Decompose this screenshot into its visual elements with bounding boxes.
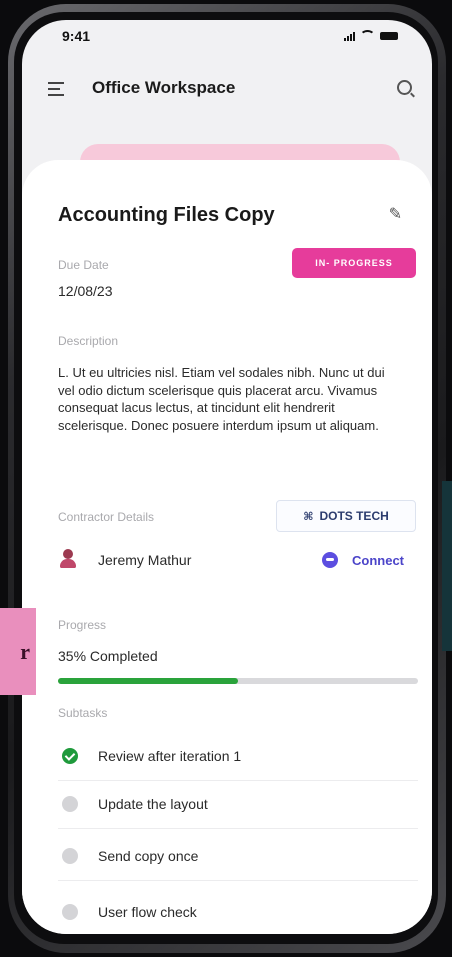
progress-text: 35% Completed bbox=[58, 648, 158, 664]
search-icon[interactable] bbox=[397, 80, 412, 95]
subtask-label: Update the layout bbox=[98, 796, 208, 812]
side-bar-accent bbox=[442, 481, 452, 651]
subtasks-label: Subtasks bbox=[58, 706, 108, 720]
progress-label: Progress bbox=[58, 618, 107, 632]
side-tab[interactable]: r bbox=[0, 608, 36, 695]
subtask-row[interactable]: User flow check bbox=[58, 890, 418, 934]
connect-chat-icon[interactable] bbox=[322, 552, 338, 568]
phone-screen: 9:41 Office Workspace Accounting Files C… bbox=[22, 20, 432, 934]
signal-icon bbox=[344, 31, 355, 41]
contractor-label: Contractor Details bbox=[58, 510, 155, 524]
company-name: DOTS TECH bbox=[319, 509, 389, 523]
progress-bar-fill bbox=[58, 678, 238, 684]
status-icons bbox=[344, 30, 398, 42]
subtask-row[interactable]: Send copy once bbox=[58, 834, 418, 881]
subtask-label: User flow check bbox=[98, 904, 197, 920]
task-detail-card: Accounting Files Copy ✎ Due Date 12/08/2… bbox=[22, 160, 432, 934]
pencil-edit-icon[interactable]: ✎ bbox=[389, 204, 402, 224]
top-app-bar: Office Workspace bbox=[22, 72, 432, 112]
progress-bar bbox=[58, 678, 418, 684]
due-date-value: 12/08/23 bbox=[58, 283, 113, 299]
side-tab-label: r bbox=[20, 638, 30, 664]
battery-icon bbox=[380, 32, 398, 40]
wifi-icon bbox=[360, 30, 375, 42]
status-time: 9:41 bbox=[62, 28, 91, 44]
check-circle-empty-icon[interactable] bbox=[62, 796, 78, 812]
description-text: L. Ut eu ultricies nisl. Etiam vel sodal… bbox=[58, 365, 385, 433]
subtask-row[interactable]: Update the layout bbox=[58, 782, 418, 829]
task-title: Accounting Files Copy bbox=[58, 204, 275, 226]
check-circle-empty-icon[interactable] bbox=[62, 904, 78, 920]
subtask-label: Review after iteration 1 bbox=[98, 748, 242, 764]
subtask-row[interactable]: Review after iteration 1 bbox=[58, 734, 418, 781]
check-circle-done-icon[interactable] bbox=[62, 748, 78, 764]
app-title: Office Workspace bbox=[92, 78, 236, 97]
due-date-label: Due Date bbox=[58, 258, 109, 272]
hamburger-menu-icon[interactable] bbox=[48, 82, 64, 100]
company-badge: ⌘ DOTS TECH bbox=[276, 500, 416, 532]
company-logo-icon: ⌘ bbox=[303, 510, 314, 523]
description-label: Description bbox=[58, 334, 119, 348]
subtask-label: Send copy once bbox=[98, 848, 199, 864]
contractor-name: Jeremy Mathur bbox=[98, 552, 192, 568]
status-badge: IN- PROGRESS bbox=[292, 248, 416, 278]
check-circle-empty-icon[interactable] bbox=[62, 848, 78, 864]
contractor-avatar-icon bbox=[60, 549, 76, 569]
connect-button[interactable]: Connect bbox=[352, 553, 404, 568]
